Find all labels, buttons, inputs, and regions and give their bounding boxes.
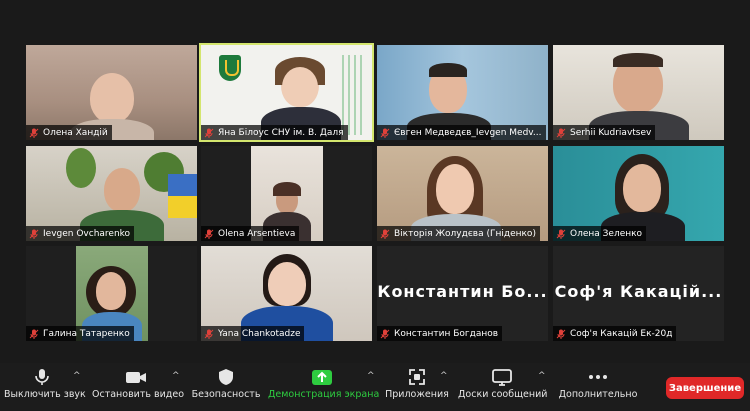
mic-muted-icon	[380, 329, 390, 339]
more-dots-icon	[589, 375, 607, 379]
participant-tile[interactable]: Олена Зеленко	[553, 146, 724, 241]
nameplate: Константин Богданов	[377, 326, 503, 341]
participant-tile[interactable]: Yana Chankotadze	[201, 246, 372, 341]
participant-tile-no-video[interactable]: Константин Бо... Константин Богданов	[377, 246, 548, 341]
participant-tile[interactable]: Олена Хандій	[26, 45, 197, 140]
whiteboards-options-caret-icon[interactable]: ^	[538, 371, 546, 381]
audio-options-caret-icon[interactable]: ^	[73, 371, 81, 381]
participant-display-name: Соф'я Какацій...	[554, 282, 723, 301]
nameplate: Olena Arsentieva	[201, 226, 300, 241]
participant-tile[interactable]: Olena Arsentieva	[201, 146, 372, 241]
share-screen-label: Демонстрация экрана	[268, 389, 380, 400]
nameplate: Соф'я Какацій Ек-20д	[553, 326, 677, 341]
nameplate: Галина Татаренко	[26, 326, 134, 341]
video-camera-icon	[126, 372, 146, 383]
participant-tile[interactable]: Serhii Kudriavtsev	[553, 45, 724, 140]
participant-name: Serhii Kudriavtsev	[570, 127, 652, 138]
nameplate: Ievgen Ovcharenko	[26, 226, 135, 241]
participant-name: Olena Arsentieva	[218, 228, 296, 239]
participant-tile[interactable]: Євген Медведєв_Ievgen Medv...	[377, 45, 548, 140]
university-logo-icon	[219, 55, 241, 81]
mute-label: Выключить звук	[4, 389, 86, 400]
stop-video-button[interactable]: Остановить видео	[92, 367, 185, 409]
participant-name: Олена Хандій	[43, 127, 108, 138]
mic-muted-icon	[556, 329, 566, 339]
participant-tile-no-video[interactable]: Соф'я Какацій... Соф'я Какацій Ек-20д	[553, 246, 724, 341]
more-button[interactable]: Дополнительно	[556, 367, 640, 409]
participant-name: Вікторія Жолудєва (Гніденко)	[394, 228, 536, 239]
nameplate: Вікторія Жолудєва (Гніденко)	[377, 226, 540, 241]
nameplate: Олена Зеленко	[553, 226, 647, 241]
security-button[interactable]: Безопасность	[190, 367, 262, 409]
participant-name: Галина Татаренко	[43, 328, 130, 339]
participant-tile-active-speaker[interactable]: Яна Білоус СНУ ім. В. Даля	[199, 43, 374, 142]
participant-name: Константин Богданов	[394, 328, 499, 339]
participant-tile[interactable]: Ievgen Ovcharenko	[26, 146, 197, 241]
nameplate: Яна Білоус СНУ ім. В. Даля	[201, 125, 348, 140]
whiteboards-label: Доски сообщений	[458, 389, 548, 400]
apps-icon	[409, 369, 425, 385]
mic-muted-icon	[29, 329, 39, 339]
mic-muted-icon	[380, 128, 390, 138]
participant-name: Яна Білоус СНУ ім. В. Даля	[218, 127, 344, 138]
participant-name: Yana Chankotadze	[218, 328, 301, 339]
mic-muted-icon	[204, 329, 214, 339]
nameplate: Serhii Kudriavtsev	[553, 125, 656, 140]
mic-muted-icon	[556, 128, 566, 138]
participant-tile[interactable]: Галина Татаренко	[26, 246, 197, 341]
nameplate: Олена Хандій	[26, 125, 112, 140]
participant-name: Євген Медведєв_Ievgen Medv...	[394, 127, 542, 138]
shield-icon	[219, 369, 233, 385]
participant-name: Соф'я Какацій Ек-20д	[570, 328, 673, 339]
share-screen-button[interactable]: Демонстрация экрана	[268, 367, 380, 409]
video-options-caret-icon[interactable]: ^	[172, 371, 180, 381]
security-label: Безопасность	[191, 389, 261, 400]
share-options-caret-icon[interactable]: ^	[367, 371, 375, 381]
mic-muted-icon	[556, 229, 566, 239]
mic-muted-icon	[29, 128, 39, 138]
share-screen-icon	[312, 370, 332, 385]
participant-display-name: Константин Бо...	[377, 282, 548, 301]
end-meeting-button[interactable]: Завершение	[666, 377, 744, 399]
meeting-toolbar: Выключить звук ^ Остановить видео ^ Безо…	[0, 363, 750, 411]
participant-name: Олена Зеленко	[570, 228, 643, 239]
video-grid: Олена Хандій Яна Білоус СНУ ім. В. Даля …	[0, 0, 750, 411]
nameplate: Євген Медведєв_Ievgen Medv...	[377, 125, 546, 140]
whiteboards-button[interactable]: Доски сообщений	[458, 367, 548, 409]
mic-muted-icon	[204, 128, 214, 138]
participant-name: Ievgen Ovcharenko	[43, 228, 131, 239]
mic-muted-icon	[380, 229, 390, 239]
participant-tile[interactable]: Вікторія Жолудєва (Гніденко)	[377, 146, 548, 241]
microphone-icon	[35, 369, 49, 385]
mic-muted-icon	[29, 229, 39, 239]
stop-video-label: Остановить видео	[92, 389, 185, 400]
whiteboard-icon	[492, 369, 512, 386]
mic-muted-icon	[204, 229, 214, 239]
apps-label: Приложения	[385, 389, 449, 400]
nameplate: Yana Chankotadze	[201, 326, 305, 341]
apps-options-caret-icon[interactable]: ^	[440, 371, 448, 381]
mute-button[interactable]: Выключить звук	[4, 367, 86, 409]
more-label: Дополнительно	[558, 389, 638, 400]
